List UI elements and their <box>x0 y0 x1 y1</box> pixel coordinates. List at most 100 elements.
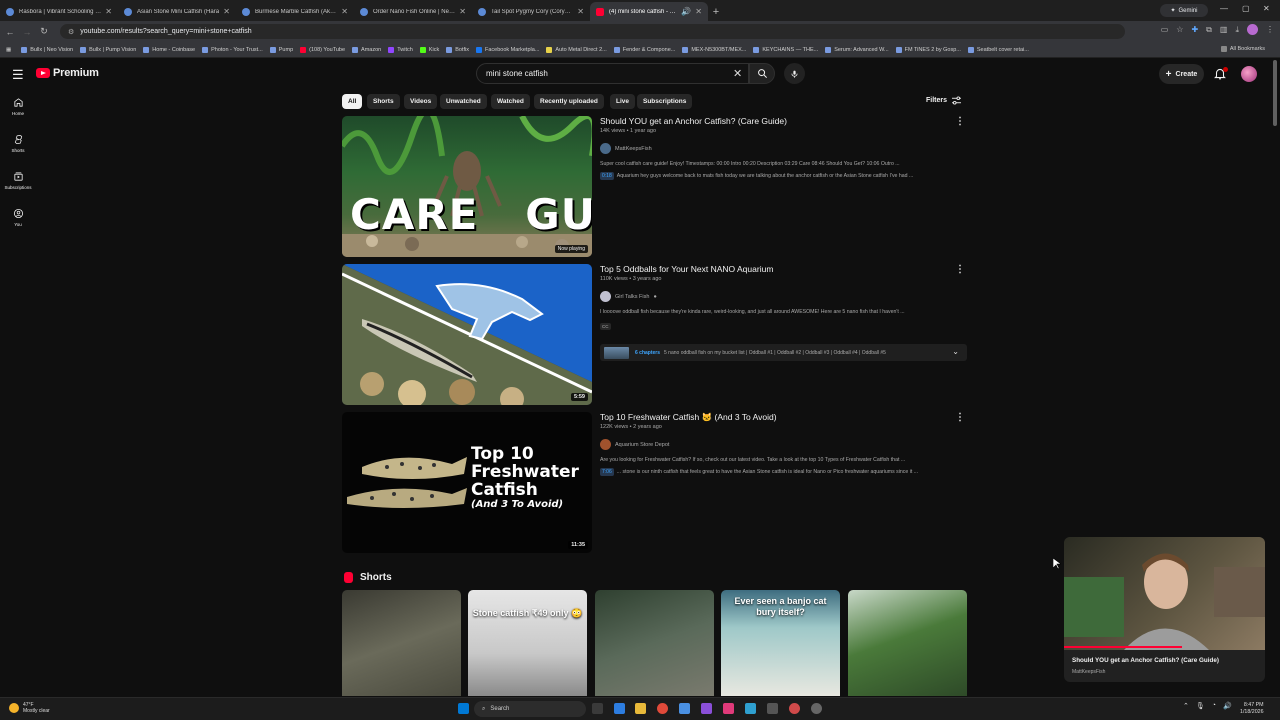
guide-home[interactable]: Home <box>0 97 36 116</box>
channel-link[interactable]: Girl Talks Fish ● <box>600 291 960 302</box>
wifi-icon[interactable]: ◔ <box>1212 702 1216 710</box>
browser-tab[interactable]: Tail Spot Pygmy Cory (Corydor ✕ <box>472 2 590 21</box>
site-info-icon[interactable]: ⚙ <box>68 28 74 36</box>
chevron-up-icon[interactable]: ⌃ <box>1183 702 1189 710</box>
browser-tab-active[interactable]: (4) mini stone catfish - YouT 🔊 ✕ <box>590 2 708 21</box>
miniplayer[interactable]: Should YOU get an Anchor Catfish? (Care … <box>1064 537 1265 682</box>
short-card[interactable] <box>848 590 967 696</box>
download-icon[interactable]: ⤓ <box>1235 25 1239 35</box>
bookmark-item[interactable]: (108) YouTube <box>300 46 345 53</box>
browser-menu-icon[interactable]: ⋮ <box>1266 25 1274 34</box>
miniplayer-video[interactable] <box>1064 537 1265 650</box>
guide-subscriptions[interactable]: Subscriptions <box>0 171 36 190</box>
video-result[interactable]: 5:59 Top 5 Oddballs for Your Next NANO A… <box>342 264 972 405</box>
browser-tab[interactable]: Order Nano Fish Online | Next- ✕ <box>354 2 472 21</box>
chip-recently-uploaded[interactable]: Recently uploaded <box>534 94 604 109</box>
chip-unwatched[interactable]: Unwatched <box>440 94 487 109</box>
sidebar-icon[interactable]: ▥ <box>1220 25 1228 34</box>
miniplayer-channel[interactable]: MattKeepsFish <box>1072 669 1105 675</box>
chip-videos[interactable]: Videos <box>404 94 438 109</box>
short-card[interactable] <box>595 590 714 696</box>
app-icon[interactable] <box>811 703 822 714</box>
channel-avatar[interactable] <box>600 439 611 450</box>
windows-start-icon[interactable] <box>458 703 469 714</box>
video-thumbnail[interactable]: Top 10 Freshwater Catfish (And 3 To Avoi… <box>342 412 592 553</box>
app-icon[interactable] <box>701 703 712 714</box>
search-button[interactable] <box>749 63 775 84</box>
bookmark-item[interactable]: Bullx | Neo Vision <box>21 46 73 53</box>
short-card[interactable]: Stone catfish ₹49 only 😳 <box>468 590 587 696</box>
channel-link[interactable]: Aquarium Store Depot <box>600 439 960 450</box>
chevron-down-icon[interactable]: ⌄ <box>952 347 959 356</box>
bookmark-item[interactable]: Serum: Advanced W... <box>825 46 889 53</box>
filters-button[interactable]: Filters <box>926 96 962 105</box>
video-title[interactable]: Should YOU get an Anchor Catfish? (Care … <box>600 116 960 127</box>
more-actions-icon[interactable]: ⋮ <box>955 412 965 423</box>
channel-avatar[interactable] <box>600 143 611 154</box>
browser-tab[interactable]: Rasbora | Vibrant Schooling Fis ✕ <box>0 2 118 21</box>
more-actions-icon[interactable]: ⋮ <box>955 264 965 275</box>
video-result[interactable]: Top 10 Freshwater Catfish (And 3 To Avoi… <box>342 412 972 553</box>
tab-close-icon[interactable]: ✕ <box>695 7 702 16</box>
tab-close-icon[interactable]: ✕ <box>223 7 230 16</box>
microphone-icon[interactable]: 🎙 <box>1196 702 1205 710</box>
short-card[interactable] <box>342 590 461 696</box>
miniplayer-title[interactable]: Should YOU get an Anchor Catfish? (Care … <box>1072 657 1219 664</box>
guide-you[interactable]: You <box>0 208 36 227</box>
all-bookmarks-button[interactable]: All Bookmarks <box>1220 46 1265 52</box>
maximize-icon[interactable]: ▢ <box>1242 4 1250 13</box>
app-icon[interactable] <box>723 703 734 714</box>
close-window-icon[interactable]: ✕ <box>1263 4 1270 13</box>
bookmark-item[interactable]: Kick <box>419 46 439 53</box>
new-tab-button[interactable]: + <box>708 2 724 21</box>
bookmark-item[interactable]: Pump <box>269 46 293 53</box>
browser-tab[interactable]: Burmese Marble Catfish (Akysi ✕ <box>236 2 354 21</box>
chapters-row[interactable]: 6 chapters 5 nano oddball fish on my buc… <box>600 344 967 361</box>
account-avatar[interactable] <box>1241 66 1257 82</box>
file-explorer-icon[interactable] <box>635 703 646 714</box>
guide-shorts[interactable]: Shorts <box>0 134 36 153</box>
app-icon[interactable] <box>679 703 690 714</box>
chip-shorts[interactable]: Shorts <box>367 94 400 109</box>
video-title[interactable]: Top 5 Oddballs for Your Next NANO Aquari… <box>600 264 960 275</box>
chip-subscriptions[interactable]: Subscriptions <box>637 94 693 109</box>
video-result[interactable]: CARE GUIDE Now playing Should YOU get an… <box>342 116 972 257</box>
profile-avatar[interactable] <box>1247 24 1258 35</box>
bookmark-item[interactable]: Twitch <box>388 46 413 53</box>
minimize-icon[interactable]: — <box>1220 4 1228 13</box>
chrome-icon[interactable] <box>657 703 668 714</box>
bookmark-item[interactable]: FM TiNES 2 by Gosp... <box>895 46 961 53</box>
app-icon[interactable] <box>789 703 800 714</box>
bookmark-item[interactable]: Photon - Your Trust... <box>202 46 263 53</box>
speaker-icon[interactable]: 🔊 <box>681 7 691 16</box>
task-view-icon[interactable] <box>592 703 603 714</box>
bookmark-item[interactable]: Amazon <box>352 46 381 53</box>
youtube-logo[interactable]: Premium <box>36 67 99 79</box>
omnibox[interactable]: ⚙ youtube.com/results?search_query=mini+… <box>60 24 1125 39</box>
reload-icon[interactable]: ↻ <box>37 26 51 37</box>
bookmark-item[interactable]: Fender & Compone... <box>613 46 675 53</box>
channel-avatar[interactable] <box>600 291 611 302</box>
chip-live[interactable]: Live <box>610 94 636 109</box>
tab-close-icon[interactable]: ✕ <box>459 7 466 16</box>
bookmark-item[interactable]: MEX-N5300BT/MEX... <box>682 46 746 53</box>
gemini-button[interactable]: ✦ Gemini <box>1160 4 1208 17</box>
bookmark-item[interactable]: Bullx | Pump Vision <box>80 46 136 53</box>
tab-close-icon[interactable]: ✕ <box>105 7 112 16</box>
extension-icon[interactable]: ✚ <box>1191 25 1198 34</box>
edge-icon[interactable] <box>745 703 756 714</box>
video-title[interactable]: Top 10 Freshwater Catfish 🐱 (And 3 To Av… <box>600 412 960 423</box>
chip-all[interactable]: All <box>342 94 363 109</box>
search-input[interactable]: mini stone catfish ✕ <box>476 63 749 84</box>
chip-watched[interactable]: Watched <box>491 94 530 109</box>
guide-menu-icon[interactable]: ☰ <box>12 67 24 83</box>
snippet-timestamp[interactable]: 7:06 <box>600 468 614 476</box>
video-thumbnail[interactable]: CARE GUIDE Now playing <box>342 116 592 257</box>
more-actions-icon[interactable]: ⋮ <box>955 116 965 127</box>
app-icon[interactable] <box>767 703 778 714</box>
volume-icon[interactable]: 🔊 <box>1223 702 1232 710</box>
voice-search-button[interactable] <box>784 63 805 84</box>
cast-icon[interactable]: ▭ <box>1161 25 1169 34</box>
bookmark-item[interactable]: Home - Coinbase <box>143 46 195 53</box>
back-icon[interactable]: ← <box>3 27 17 37</box>
